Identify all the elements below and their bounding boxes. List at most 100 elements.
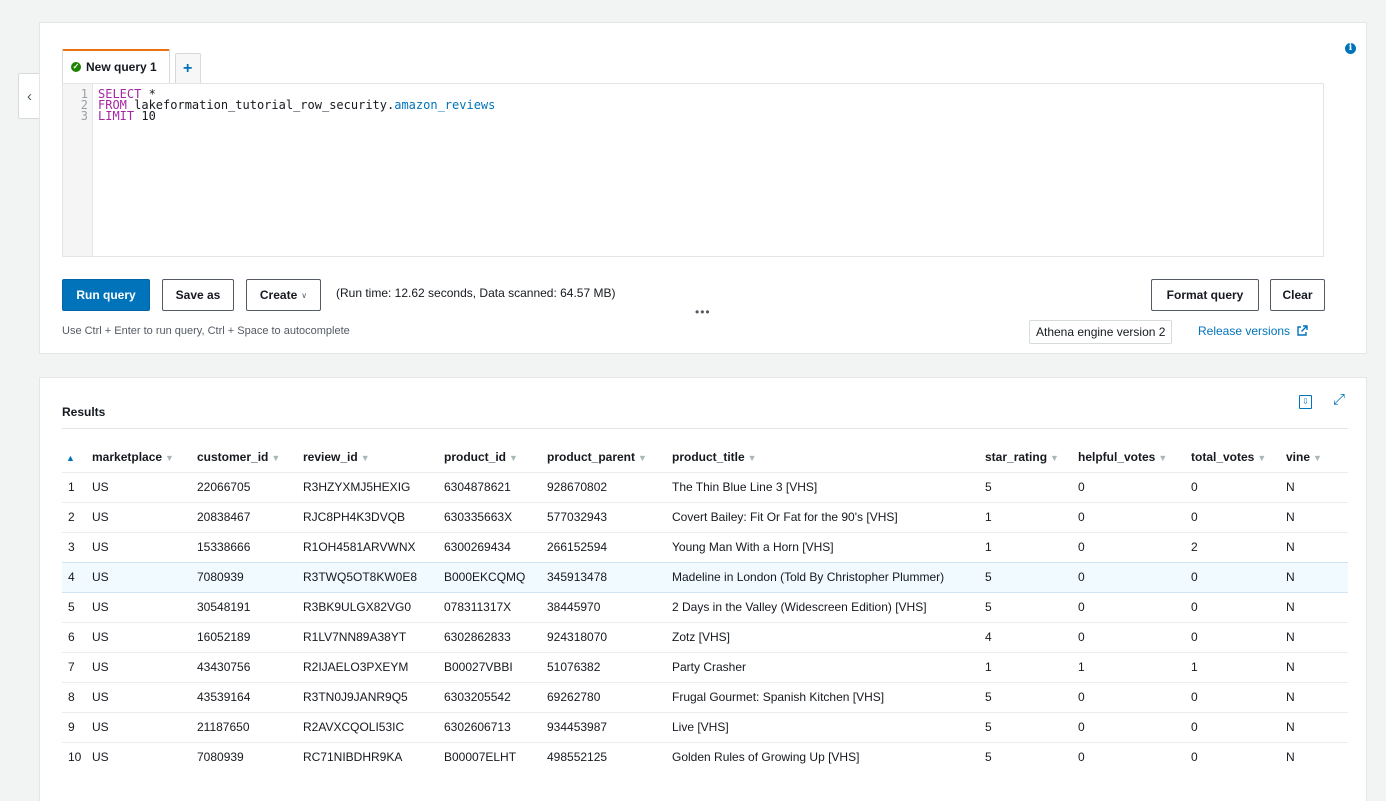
- line-number: 3: [80, 109, 88, 123]
- table-cell: 1: [1078, 651, 1191, 682]
- table-cell: 0: [1078, 681, 1191, 712]
- table-row[interactable]: 7 US 43430756 R2IJAELO3PXEYM B00027VBBI 51076…: [62, 651, 1348, 682]
- format-query-button[interactable]: Format query: [1151, 279, 1259, 311]
- table-row[interactable]: 5 US 30548191 R3BK9ULGX82VG0 078311317X 38445…: [62, 591, 1348, 622]
- column-header[interactable]: product_id ▼: [444, 442, 547, 472]
- table-cell: 498552125: [547, 741, 672, 772]
- table-cell: Covert Bailey: Fit Or Fat for the 90's […: [672, 501, 985, 532]
- table-cell: 43539164: [197, 681, 303, 712]
- table-cell: 20838467: [197, 501, 303, 532]
- create-label: Create: [259, 288, 298, 302]
- table-cell: R1OH4581ARVWNX: [303, 531, 444, 562]
- code-line: FROM lakeformation_tutorial_row_security…: [98, 98, 496, 112]
- add-tab-button[interactable]: +: [174, 53, 201, 83]
- tab-label: New query 1: [86, 60, 157, 74]
- table-cell: US: [92, 501, 197, 532]
- table-row[interactable]: 9 US 21187650 R2AVXCQOLI53IC 6302606713 93445…: [62, 711, 1348, 742]
- info-icon[interactable]: i: [1345, 43, 1356, 54]
- table-cell: R3TWQ5OT8KW0E8: [303, 561, 444, 593]
- table-cell: 5: [985, 681, 1078, 712]
- table-row[interactable]: 10 US 7080939 RC71NIBDHR9KA B00007ELHT 498552…: [62, 741, 1348, 772]
- row-index: 3: [62, 531, 92, 562]
- table-row[interactable]: 2 US 20838467 RJC8PH4K3DVQB 630335663X 577032…: [62, 501, 1348, 532]
- table-cell: US: [92, 711, 197, 742]
- tab-new-query-1[interactable]: ✓ New query 1: [62, 49, 170, 83]
- table-cell: N: [1286, 501, 1348, 532]
- table-cell: 1: [985, 531, 1078, 562]
- run-query-button[interactable]: Run query: [62, 279, 150, 311]
- table-cell: 0: [1191, 501, 1286, 532]
- table-cell: Party Crasher: [672, 651, 985, 682]
- column-header[interactable]: review_id ▼: [303, 442, 444, 472]
- expand-icon[interactable]: ⤢: [1333, 391, 1345, 408]
- table-cell: 1: [985, 501, 1078, 532]
- release-versions-link[interactable]: Release versions: [1198, 324, 1308, 338]
- table-cell: 345913478: [547, 561, 672, 593]
- code-area[interactable]: SELECT * FROM lakeformation_tutorial_row…: [93, 84, 495, 256]
- column-header[interactable]: vine ▼: [1286, 442, 1348, 472]
- table-cell: 0: [1078, 621, 1191, 652]
- column-header[interactable]: total_votes ▼: [1191, 442, 1286, 472]
- table-cell: RJC8PH4K3DVQB: [303, 501, 444, 532]
- table-cell: 0: [1191, 711, 1286, 742]
- table-cell: 1: [1191, 651, 1286, 682]
- plus-icon: +: [183, 59, 193, 77]
- more-dots-icon[interactable]: •••: [695, 305, 711, 319]
- row-index: 7: [62, 651, 92, 682]
- keyboard-hint: Use Ctrl + Enter to run query, Ctrl + Sp…: [62, 325, 350, 337]
- row-index: 8: [62, 681, 92, 712]
- table-row[interactable]: 4 US 7080939 R3TWQ5OT8KW0E8 B000EKCQMQ 345913…: [62, 561, 1348, 593]
- table-cell: 0: [1191, 591, 1286, 622]
- table-cell: The Thin Blue Line 3 [VHS]: [672, 471, 985, 502]
- sort-icon: ▼: [271, 452, 281, 463]
- column-header[interactable]: customer_id ▼: [197, 442, 303, 472]
- table-cell: B000EKCQMQ: [444, 561, 547, 593]
- table-row[interactable]: 8 US 43539164 R3TN0J9JANR9Q5 6303205542 69262…: [62, 681, 1348, 712]
- column-header[interactable]: helpful_votes ▼: [1078, 442, 1191, 472]
- row-index: 4: [62, 561, 92, 593]
- download-icon[interactable]: ⇩: [1299, 395, 1312, 409]
- table-cell: 5: [985, 591, 1078, 622]
- collapse-panel-button[interactable]: ‹: [18, 73, 40, 119]
- column-header[interactable]: product_parent ▼: [547, 442, 672, 472]
- row-index: 5: [62, 591, 92, 622]
- table-cell: US: [92, 561, 197, 593]
- table-cell: 0: [1078, 501, 1191, 532]
- table-cell: 0: [1078, 591, 1191, 622]
- table-cell: 6302862833: [444, 621, 547, 652]
- table-cell: R1LV7NN89A38YT: [303, 621, 444, 652]
- table-cell: US: [92, 741, 197, 772]
- clear-button[interactable]: Clear: [1270, 279, 1325, 311]
- table-cell: 21187650: [197, 711, 303, 742]
- column-header[interactable]: star_rating ▼: [985, 442, 1078, 472]
- column-header[interactable]: marketplace ▼: [92, 442, 197, 472]
- table-row[interactable]: 3 US 15338666 R1OH4581ARVWNX 6300269434 26615…: [62, 531, 1348, 562]
- sql-editor[interactable]: 1 2 3 SELECT * FROM lakeformation_tutori…: [62, 83, 1324, 257]
- table-cell: R3TN0J9JANR9Q5: [303, 681, 444, 712]
- table-row[interactable]: 6 US 16052189 R1LV7NN89A38YT 6302862833 92431…: [62, 621, 1348, 652]
- release-versions-label: Release versions: [1198, 324, 1291, 338]
- table-cell: 6304878621: [444, 471, 547, 502]
- sort-column-header[interactable]: ▲: [62, 442, 92, 472]
- table-cell: 6300269434: [444, 531, 547, 562]
- line-numbers: 1 2 3: [63, 84, 93, 256]
- table-cell: 0: [1191, 741, 1286, 772]
- column-header[interactable]: product_title ▼: [672, 442, 985, 472]
- save-as-button[interactable]: Save as: [162, 279, 234, 311]
- table-cell: 0: [1078, 711, 1191, 742]
- check-circle-icon: ✓: [71, 62, 81, 72]
- divider: [62, 428, 1348, 429]
- sort-ascending-icon: ▲: [66, 452, 75, 463]
- table-row[interactable]: 1 US 22066705 R3HZYXMJ5HEXIG 6304878621 92867…: [62, 471, 1348, 502]
- table-cell: 6303205542: [444, 681, 547, 712]
- table-cell: 928670802: [547, 471, 672, 502]
- table-cell: 6302606713: [444, 711, 547, 742]
- query-editor-panel: i ✓ New query 1 + 1 2 3 SELECT * FROM la…: [39, 22, 1367, 354]
- table-cell: 0: [1191, 561, 1286, 593]
- row-index: 6: [62, 621, 92, 652]
- create-dropdown-button[interactable]: Create ∨: [246, 279, 321, 311]
- table-cell: 4: [985, 621, 1078, 652]
- table-cell: US: [92, 531, 197, 562]
- table-cell: US: [92, 651, 197, 682]
- table-cell: N: [1286, 681, 1348, 712]
